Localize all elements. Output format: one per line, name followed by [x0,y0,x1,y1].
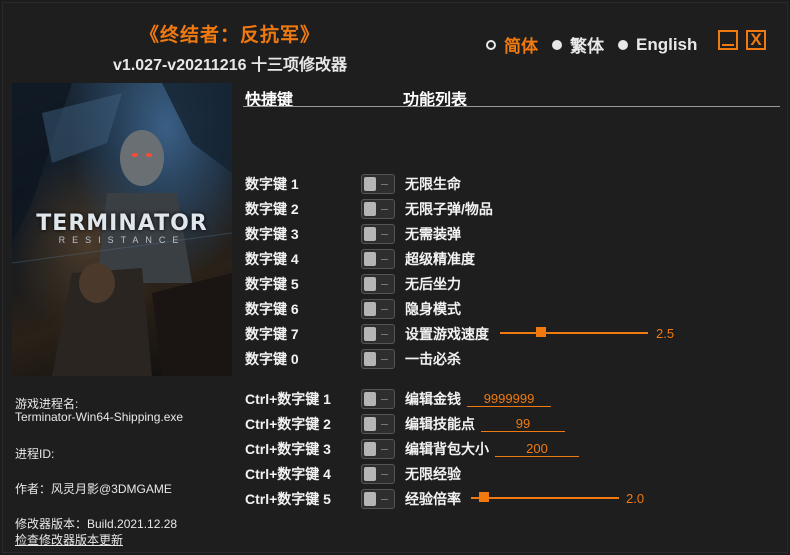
toggle-switch[interactable] [361,273,395,294]
toggle-switch[interactable] [361,248,395,269]
skill-points-input[interactable]: 99 [481,416,565,432]
cheat-name: 无后坐力 [405,275,461,292]
lang-label: English [636,34,698,54]
cover-logo-subtext: RESISTANCE [58,235,186,245]
lang-label: 繁体 [570,37,604,56]
lang-simplified[interactable]: 简体 [486,32,538,57]
cheat-name: 一击必杀 [405,350,461,367]
author-text: 作者：风灵月影@3DMGAME [15,482,172,496]
cheat-row: 数字键 2 无限子弹/物品 [245,196,493,221]
hotkey-label: 数字键 6 [245,300,299,317]
hotkey-label: Ctrl+数字键 1 [245,390,331,407]
cheat-name: 编辑金钱 [405,390,461,407]
exp-rate-slider[interactable] [471,488,619,508]
hotkey-label: 数字键 4 [245,250,299,267]
cheat-row: 数字键 5 无后坐力 [245,271,461,296]
header-divider [243,106,780,107]
cheat-row: Ctrl+数字键 4 无限经验 [245,461,461,486]
game-speed-value: 2.5 [656,326,675,341]
cheat-name: 无限生命 [405,175,461,192]
hotkey-label: 数字键 5 [245,275,299,292]
cheat-name: 经验倍率 [405,490,461,507]
language-selector: 简体 繁体 English [486,32,711,57]
cheat-row: 数字键 7 设置游戏速度 [245,321,489,346]
radio-selected-icon[interactable] [486,39,496,50]
hotkey-label: 数字键 1 [245,175,299,192]
slider-thumb[interactable] [479,492,489,502]
hotkey-label: 数字键 3 [245,225,299,242]
game-cover-image: TERMINATOR RESISTANCE [12,83,232,376]
title-block: 《终结者：反抗军》 v1.027-v20211216 十三项修改器 [80,20,380,75]
build-version: 修改器版本：Build.2021.12.28 [15,517,178,531]
cheat-name: 超级精准度 [405,250,475,267]
cheat-name: 无限经验 [405,465,461,482]
cheat-row: Ctrl+数字键 2 编辑技能点 99 [245,411,565,436]
cheat-row: Ctrl+数字键 5 经验倍率 [245,486,461,511]
lang-traditional[interactable]: 繁体 [552,32,604,57]
toggle-switch[interactable] [361,463,395,484]
game-title: 《终结者：反抗军》 [139,25,320,46]
cheat-name: 无需装弹 [405,225,461,242]
toggle-switch[interactable] [361,413,395,434]
hotkey-label: Ctrl+数字键 3 [245,440,331,457]
hotkey-label: Ctrl+数字键 4 [245,465,331,482]
toggle-switch[interactable] [361,388,395,409]
cheat-row: 数字键 4 超级精准度 [245,246,475,271]
cheat-row: 数字键 6 隐身模式 [245,296,461,321]
toggle-switch[interactable] [361,488,395,509]
toggle-switch[interactable] [361,323,395,344]
radio-icon[interactable] [618,39,628,50]
money-input[interactable]: 9999999 [467,391,551,407]
toggle-switch[interactable] [361,348,395,369]
cheat-name: 编辑背包大小 [405,440,489,457]
pid-label: 进程ID: [15,447,55,461]
slider-thumb[interactable] [536,327,546,337]
hotkey-label: Ctrl+数字键 5 [245,490,331,507]
hotkey-label: 数字键 0 [245,350,299,367]
exp-rate-value: 2.0 [626,491,645,506]
cheat-name: 设置游戏速度 [405,325,489,342]
cheat-row: Ctrl+数字键 3 编辑背包大小 200 [245,436,579,461]
update-link[interactable]: 检查修改器版本更新 [15,531,123,548]
close-button[interactable]: X [746,30,766,50]
hotkey-label: 数字键 7 [245,325,299,342]
radio-icon[interactable] [552,39,562,50]
hotkey-label: Ctrl+数字键 2 [245,415,331,432]
process-name: Terminator-Win64-Shipping.exe [15,410,184,424]
toggle-switch[interactable] [361,173,395,194]
cheat-row: 数字键 0 一击必杀 [245,346,461,371]
cheat-name: 无限子弹/物品 [405,200,493,217]
toggle-switch[interactable] [361,298,395,319]
cheat-row: 数字键 1 无限生命 [245,171,461,196]
lang-english[interactable]: English [618,35,697,55]
toggle-switch[interactable] [361,223,395,244]
cheat-row: Ctrl+数字键 1 编辑金钱 9999999 [245,386,551,411]
backpack-size-input[interactable]: 200 [495,441,579,457]
game-speed-slider[interactable] [500,323,648,343]
cover-logo-text: TERMINATOR [36,211,208,236]
cheat-name: 编辑技能点 [405,415,475,432]
cheat-name: 隐身模式 [405,300,461,317]
toggle-switch[interactable] [361,198,395,219]
toggle-switch[interactable] [361,438,395,459]
hotkey-label: 数字键 2 [245,200,299,217]
cheat-row: 数字键 3 无需装弹 [245,221,461,246]
version-title: v1.027-v20211216 十三项修改器 [113,57,347,74]
lang-label: 简体 [504,37,538,56]
minimize-button[interactable] [718,30,738,50]
